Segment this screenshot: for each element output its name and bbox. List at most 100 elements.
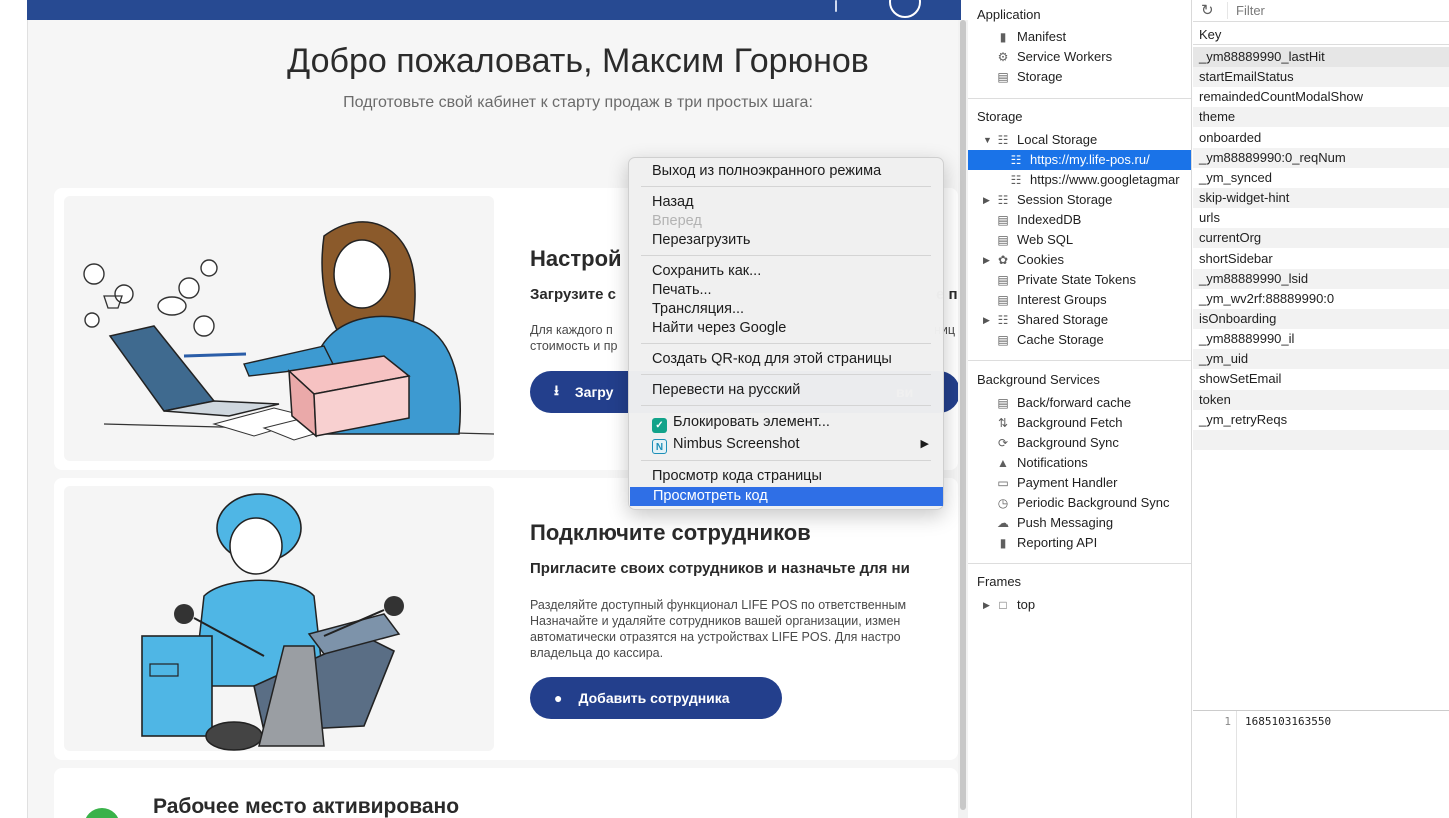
menu-exit-fullscreen[interactable]: Выход из полноэкранного режима <box>629 162 943 181</box>
menu-save-as[interactable]: Сохранить как... <box>629 262 943 281</box>
setup-card-workplace: Рабочее место активировано <box>54 768 958 818</box>
menu-search-google[interactable]: Найти через Google <box>629 319 943 338</box>
menu-view-source[interactable]: Просмотр кода страницы <box>629 467 943 486</box>
table-row[interactable]: currentOrg <box>1193 228 1449 249</box>
tree-item-frame-top[interactable]: ▶ □ top <box>968 595 1191 615</box>
menu-nimbus-screenshot[interactable]: N Nimbus Screenshot ▶ <box>629 435 943 454</box>
tree-item-label: Background Sync <box>1017 435 1119 450</box>
tree-item-web-sql[interactable]: ▤ Web SQL <box>968 230 1191 250</box>
table-icon: ☷ <box>997 313 1009 327</box>
tree-item-cache-storage[interactable]: ▤ Cache Storage <box>968 330 1191 350</box>
page-edge <box>27 20 28 818</box>
menu-print[interactable]: Печать... <box>629 281 943 300</box>
tree-item-notifications[interactable]: ▲ Notifications <box>968 453 1191 473</box>
devtools-panel: Application ▮ Manifest ⚙ Service Workers… <box>968 0 1449 818</box>
card-icon: ▭ <box>997 476 1009 490</box>
card1-subtitle: Загрузите с <box>530 286 616 303</box>
table-row[interactable]: urls <box>1193 208 1449 228</box>
tree-item-service-workers[interactable]: ⚙ Service Workers <box>968 47 1191 67</box>
page-scrollbar[interactable] <box>958 20 968 818</box>
tree-item-label: Storage <box>1017 69 1063 84</box>
table-row[interactable]: _ym_retryReqs <box>1193 410 1449 430</box>
collapsed-triangle-icon[interactable]: ▶ <box>983 190 990 210</box>
collapsed-triangle-icon[interactable]: ▶ <box>983 310 990 330</box>
menu-separator <box>641 186 931 187</box>
menu-cast[interactable]: Трансляция... <box>629 300 943 319</box>
table-row[interactable]: _ym_synced <box>1193 168 1449 188</box>
tree-item-indexeddb[interactable]: ▤ IndexedDB <box>968 210 1191 230</box>
table-row[interactable]: theme <box>1193 107 1449 128</box>
menu-inspect[interactable]: Просмотреть код <box>630 487 943 506</box>
menu-translate[interactable]: Перевести на русский <box>629 381 943 400</box>
table-row[interactable]: startEmailStatus <box>1193 67 1449 88</box>
tree-item-origin-life-pos[interactable]: ☷ https://my.life-pos.ru/ <box>968 150 1191 170</box>
user-avatar-icon[interactable] <box>889 0 921 18</box>
table-icon: ☷ <box>997 133 1009 147</box>
tree-item-payment-handler[interactable]: ▭ Payment Handler <box>968 473 1191 493</box>
table-row[interactable]: remaindedCountModalShow <box>1193 87 1449 107</box>
table-row-empty <box>1193 429 1449 450</box>
menu-separator <box>641 374 931 375</box>
tree-item-label: Reporting API <box>1017 535 1098 550</box>
page-scrollbar-thumb[interactable] <box>960 20 966 810</box>
tree-item-label: Background Fetch <box>1017 415 1123 430</box>
table-row[interactable]: onboarded <box>1193 128 1449 148</box>
card2-title: Подключите сотрудников <box>530 520 811 545</box>
table-row[interactable]: _ym_wv2rf:88889990:0 <box>1193 289 1449 309</box>
table-row[interactable]: _ym88889990_il <box>1193 329 1449 349</box>
column-header-key[interactable]: Key <box>1193 25 1449 45</box>
tree-item-origin-googletagmanager[interactable]: ☷ https://www.googletagmar <box>968 170 1191 190</box>
table-row[interactable]: showSetEmail <box>1193 369 1449 389</box>
table-row[interactable]: isOnboarding <box>1193 308 1449 329</box>
tree-item-reporting-api[interactable]: ▮ Reporting API <box>968 533 1191 553</box>
add-employee-button[interactable]: ● Добавить сотрудника <box>530 677 782 719</box>
tree-item-background-sync[interactable]: ⟳ Background Sync <box>968 433 1191 453</box>
card1-title: Настрой <box>530 246 622 271</box>
tree-item-background-fetch[interactable]: ⇅ Background Fetch <box>968 413 1191 433</box>
menu-forward: Вперед <box>652 213 702 229</box>
refresh-icon[interactable]: ↻ <box>1201 1 1214 19</box>
tree-item-manifest[interactable]: ▮ Manifest <box>968 27 1191 47</box>
menu-back[interactable]: Назад <box>629 193 943 212</box>
menu-block-element-label: Блокировать элемент... <box>673 414 830 430</box>
card2-subtitle: Пригласите своих сотрудников и назначьте… <box>530 560 910 577</box>
table-row[interactable]: _ym_uid <box>1193 349 1449 370</box>
table-row[interactable]: _ym88889990:0_reqNum <box>1193 147 1449 168</box>
section-frames: Frames <box>977 574 1022 589</box>
storage-toolbar: ↻ Filter <box>1193 0 1449 22</box>
tree-item-local-storage[interactable]: ▼ ☷ Local Storage <box>968 130 1191 150</box>
filter-input[interactable]: Filter <box>1227 2 1447 19</box>
cloud-icon: ☁ <box>997 516 1009 530</box>
database-icon: ▤ <box>997 213 1009 227</box>
menu-create-qr[interactable]: Создать QR-код для этой страницы <box>629 350 943 369</box>
storage-table: ↻ Filter Key _ym88889990_lastHit startEma… <box>1193 0 1449 818</box>
tree-item-private-state-tokens[interactable]: ▤ Private State Tokens <box>968 270 1191 290</box>
table-row[interactable]: shortSidebar <box>1193 249 1449 269</box>
tree-item-label: Private State Tokens <box>1017 272 1136 287</box>
expanded-triangle-icon[interactable]: ▼ <box>983 130 992 150</box>
table-row[interactable]: token <box>1193 389 1449 410</box>
menu-block-element[interactable]: ✓ Блокировать элемент... <box>629 413 943 433</box>
table-row[interactable]: _ym88889990_lsid <box>1193 268 1449 289</box>
tree-item-label: https://my.life-pos.ru/ <box>1030 152 1150 167</box>
tree-item-bfcache[interactable]: ▤ Back/forward cache <box>968 393 1191 413</box>
welcome-subtitle: Подготовьте свой кабинет к старту продаж… <box>343 94 813 111</box>
tree-item-label: Shared Storage <box>1017 312 1109 327</box>
tree-item-shared-storage[interactable]: ▶ ☷ Shared Storage <box>968 310 1191 330</box>
tree-item-push-messaging[interactable]: ☁ Push Messaging <box>968 513 1191 533</box>
tree-item-interest-groups[interactable]: ▤ Interest Groups <box>968 290 1191 310</box>
tree-separator <box>968 563 1191 564</box>
tree-item-app-storage[interactable]: ▤ Storage <box>968 67 1191 87</box>
value-preview: 1685103163550 <box>1245 715 1332 728</box>
tree-item-cookies[interactable]: ▶ ✿ Cookies <box>968 250 1191 270</box>
tree-item-label: top <box>1017 597 1036 612</box>
menu-reload[interactable]: Перезагрузить <box>629 231 943 250</box>
table-row[interactable]: skip-widget-hint <box>1193 188 1449 209</box>
tree-item-periodic-sync[interactable]: ◷ Periodic Background Sync <box>968 493 1191 513</box>
collapsed-triangle-icon[interactable]: ▶ <box>983 595 990 615</box>
tree-separator <box>968 360 1191 361</box>
database-icon: ▤ <box>997 333 1009 347</box>
table-row[interactable]: _ym88889990_lastHit <box>1193 47 1449 67</box>
collapsed-triangle-icon[interactable]: ▶ <box>983 250 990 270</box>
tree-item-session-storage[interactable]: ▶ ☷ Session Storage <box>968 190 1191 210</box>
